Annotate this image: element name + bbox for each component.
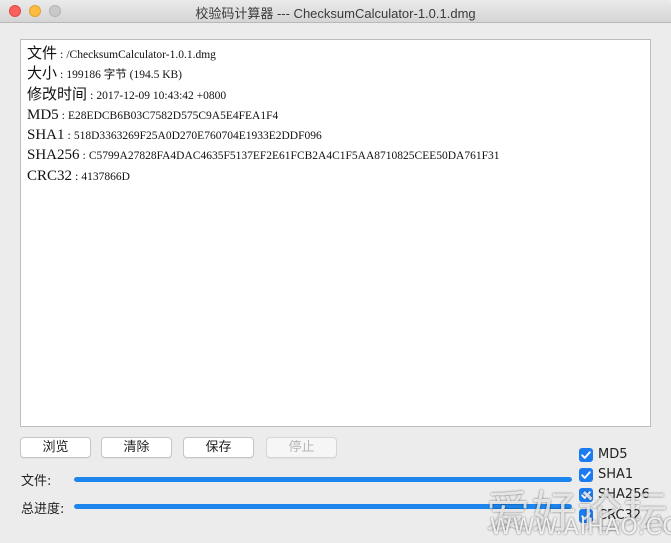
result-line-modified: 修改时间 : 2017-12-09 10:43:42 +0800	[27, 86, 227, 103]
result-line-sha256: SHA256 : C5799A27828FA4DAC4635F5137EF2E6…	[27, 147, 500, 164]
result-line-crc32: CRC32 : 4137866D	[27, 167, 130, 184]
total-progress-label: 总进度:	[21, 502, 65, 517]
file-progress-label: 文件:	[21, 474, 52, 489]
result-text-area[interactable]: 文件 : /ChecksumCalculator-1.0.1.dmg 大小 : …	[20, 39, 651, 427]
checkbox-checked-icon	[579, 448, 593, 462]
title-bar[interactable]: 校验码计算器 --- ChecksumCalculator-1.0.1.dmg	[0, 0, 671, 23]
result-line-size: 大小 : 199186 字节 (194.5 KB)	[27, 66, 182, 83]
md5-checkbox-label: MD5	[598, 447, 628, 462]
app-window: 校验码计算器 --- ChecksumCalculator-1.0.1.dmg …	[0, 0, 671, 543]
window-title: 校验码计算器 --- ChecksumCalculator-1.0.1.dmg	[195, 6, 476, 21]
clear-button[interactable]: 清除	[101, 437, 172, 458]
browse-button[interactable]: 浏览	[20, 437, 91, 458]
watermark-url: WWW.AIHAO.CC	[490, 515, 671, 540]
result-line-md5: MD5 : E28EDCB6B03C7582D575C9A5E4FEA1F4	[27, 106, 279, 123]
save-button[interactable]: 保存	[183, 437, 254, 458]
result-line-sha1: SHA1 : 518D3363269F25A0D270E760704E1933E…	[27, 127, 322, 144]
stop-button[interactable]: 停止	[266, 437, 337, 458]
result-line-file: 文件 : /ChecksumCalculator-1.0.1.dmg	[27, 46, 216, 62]
